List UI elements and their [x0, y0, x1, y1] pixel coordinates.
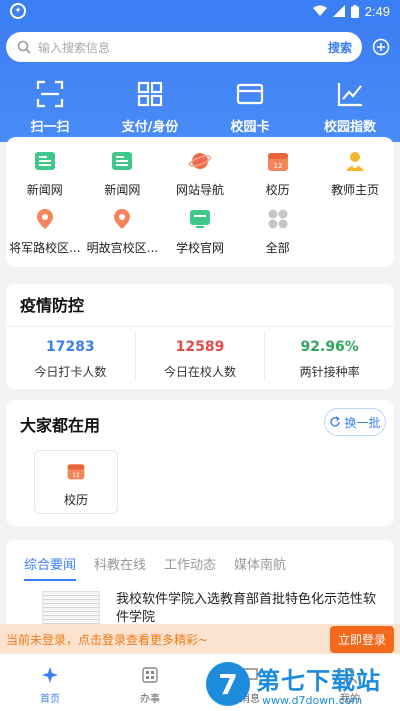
scan-icon	[36, 80, 64, 108]
stat-value: 17283	[45, 339, 95, 355]
status-bar: ✦ 2:49	[0, 0, 400, 22]
app-news-2[interactable]: 新闻网	[84, 147, 162, 205]
app-label: 学校官网	[175, 241, 224, 255]
quick-action-label: 校园卡	[230, 120, 270, 135]
app-site-nav[interactable]: 网站导航	[161, 147, 239, 205]
app-label: 校历	[265, 183, 290, 197]
quick-action-label: 扫一扫	[30, 120, 70, 135]
status-icons: 2:49	[312, 3, 390, 19]
monitor-icon	[189, 210, 210, 228]
quick-action-label: 校园指数	[323, 120, 376, 135]
quick-action-index[interactable]: 校园指数	[300, 74, 400, 135]
battery-icon	[350, 4, 359, 18]
quick-action-label: 支付/身份	[121, 120, 179, 135]
news-tab-science[interactable]: 科教在线	[94, 554, 146, 581]
popular-item-calendar[interactable]: 12 校历	[34, 450, 118, 514]
qr-code-icon	[137, 81, 163, 107]
nav-services[interactable]: 办事	[100, 654, 200, 711]
calendar-icon: 12	[67, 464, 85, 480]
covid-panel: 疫情防控 17283 今日打卡人数 12589 今日在校人数 92.96% 两针…	[6, 284, 394, 389]
app-campus-jiangjunlu[interactable]: 将军路校区...	[6, 205, 84, 263]
app-teacher-home[interactable]: 教师主页	[316, 147, 394, 205]
popular-panel: 大家都在用 换一批 12 校历	[6, 400, 394, 526]
login-button[interactable]: 立即登录	[329, 625, 394, 653]
stat-value: 92.96%	[300, 339, 359, 355]
search-bar[interactable]: 输入搜索信息 搜索	[6, 32, 362, 62]
stat-value: 12589	[175, 339, 225, 355]
news-icon	[34, 152, 55, 170]
signal-icon	[332, 5, 345, 17]
app-campus-minggugong[interactable]: 明故宫校区...	[84, 205, 162, 263]
header: 输入搜索信息 搜索 扫一扫 支付/身份 校园卡 校园指数	[0, 22, 400, 142]
home-plane-icon	[42, 667, 58, 683]
refresh-label: 换一批	[344, 415, 381, 430]
news-icon	[112, 152, 133, 170]
quick-action-card[interactable]: 校园卡	[200, 74, 300, 135]
login-prompt: 当前未登录，点击登录查看更多精彩~	[6, 632, 209, 647]
app-label: 教师主页	[331, 183, 380, 197]
news-tab-media[interactable]: 媒体南航	[234, 554, 286, 581]
popular-item-label: 校历	[63, 493, 88, 507]
news-tab-general[interactable]: 综合要闻	[24, 554, 77, 581]
teacher-icon	[346, 152, 365, 171]
add-circle-icon[interactable]	[372, 38, 390, 56]
search-input[interactable]: 输入搜索信息	[38, 39, 328, 56]
search-icon	[16, 39, 32, 55]
app-label: 将军路校区...	[9, 241, 81, 255]
app-news-1[interactable]: 新闻网	[6, 147, 84, 205]
watermark-logo-digit: 7	[218, 668, 237, 701]
wifi-icon	[312, 5, 327, 16]
apps-icon	[142, 667, 158, 683]
app-calendar[interactable]: 12 校历	[239, 147, 317, 205]
stat-label: 两针接种率	[299, 365, 360, 379]
search-button[interactable]: 搜索	[328, 39, 352, 56]
news-panel: 综合要闻 科教在线 工作动态 媒体南航 我校软件学院入选教育部首批特色化示范性软…	[6, 540, 394, 631]
clock: 2:49	[364, 3, 390, 19]
watermark-logo-icon: 7	[206, 661, 250, 706]
app-label: 新闻网	[26, 183, 63, 197]
grid-all-icon	[268, 209, 288, 229]
app-official-site[interactable]: 学校官网	[161, 205, 239, 263]
nav-label: 首页	[40, 694, 60, 705]
nav-home[interactable]: 首页	[0, 654, 100, 711]
quick-action-scan[interactable]: 扫一扫	[0, 74, 100, 135]
quick-actions: 扫一扫 支付/身份 校园卡 校园指数	[0, 74, 400, 135]
chart-line-icon	[337, 83, 362, 107]
app-all[interactable]: 全部	[239, 205, 317, 263]
calendar-icon: 12	[267, 153, 288, 171]
app-label: 全部	[265, 241, 290, 255]
divider	[6, 326, 394, 327]
app-label: 网站导航	[175, 183, 224, 197]
watermark-brand: 第七下载站	[256, 666, 381, 695]
stat-on-campus[interactable]: 12589 今日在校人数	[136, 331, 266, 381]
refresh-icon	[330, 416, 341, 427]
svg-text:12: 12	[273, 162, 282, 170]
card-icon	[236, 83, 264, 105]
quick-action-pay[interactable]: 支付/身份	[100, 74, 200, 135]
watermark-url: www.d7down.com	[262, 693, 363, 707]
refresh-button[interactable]: 换一批	[324, 408, 386, 436]
site-watermark: 7 第七下载站 www.d7down.com	[204, 656, 400, 711]
stat-label: 今日在校人数	[164, 365, 237, 379]
app-status-icon: ✦	[10, 3, 26, 19]
apps-panel: 新闻网 新闻网 网站导航 12 校历 教师主页 将军路校区... 明故宫校区..…	[6, 137, 394, 267]
location-pin-icon	[114, 209, 131, 229]
news-tabs: 综合要闻 科教在线 工作动态 媒体南航	[6, 540, 394, 581]
stat-vaccination[interactable]: 92.96% 两针接种率	[265, 331, 394, 381]
location-pin-icon	[36, 209, 53, 229]
planet-icon	[188, 153, 212, 169]
svg-text:12: 12	[72, 473, 80, 479]
app-label: 新闻网	[104, 183, 141, 197]
login-banner[interactable]: 当前未登录，点击登录查看更多精彩~ 立即登录	[0, 624, 400, 654]
news-tab-work[interactable]: 工作动态	[164, 554, 216, 581]
section-title: 疫情防控	[20, 296, 85, 315]
app-label: 明故宫校区...	[86, 241, 159, 255]
stat-label: 今日打卡人数	[34, 365, 107, 379]
stat-checkin[interactable]: 17283 今日打卡人数	[6, 331, 136, 381]
nav-label: 办事	[140, 694, 160, 705]
